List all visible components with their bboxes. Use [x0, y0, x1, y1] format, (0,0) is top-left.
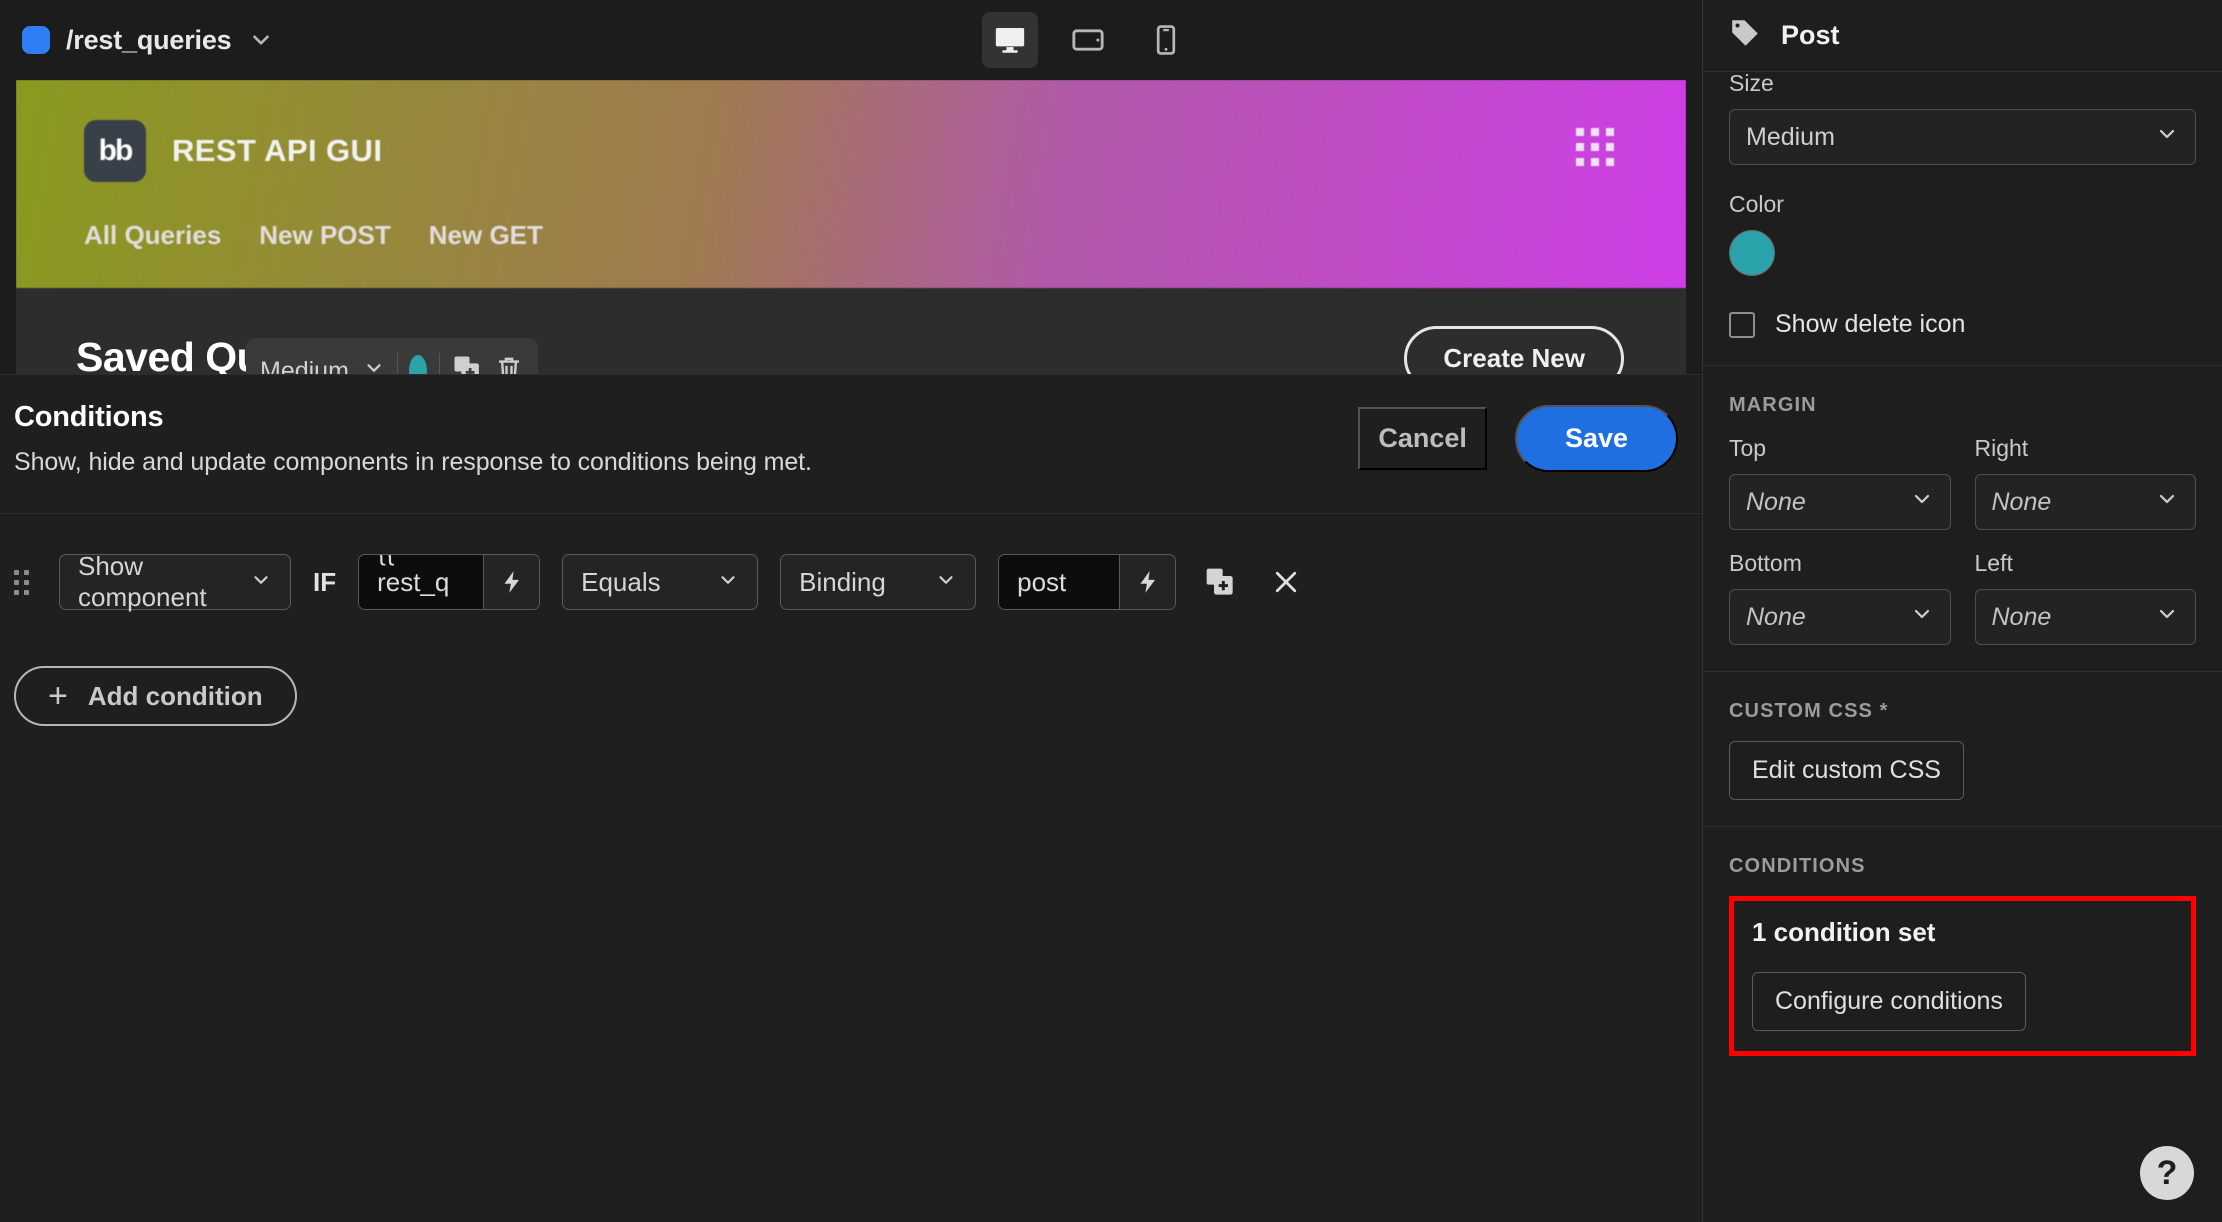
duplicate-icon[interactable]	[1198, 560, 1242, 604]
condition-action-select[interactable]: Show component	[59, 551, 291, 612]
nav-link-new-post[interactable]: New POST	[259, 220, 390, 251]
conditions-highlight-box: 1 condition set Configure conditions	[1729, 896, 2196, 1056]
color-label: Color	[1729, 191, 1784, 217]
plus-icon: +	[48, 677, 68, 715]
margin-right-label: Right	[1974, 435, 2029, 461]
brand-title: REST API GUI	[172, 133, 383, 168]
show-delete-icon-checkbox[interactable]	[1729, 311, 1755, 338]
size-label: Size	[1729, 70, 1774, 96]
preview-nav: All Queries New POST New GET	[84, 220, 543, 251]
conditions-modal-header: Conditions Show, hide and update compone…	[0, 375, 1702, 501]
device-mobile-button[interactable]	[1138, 12, 1194, 68]
condition-value-type-value: Binding	[799, 566, 886, 597]
chevron-down-icon	[2155, 122, 2179, 153]
device-tablet-button[interactable]	[1060, 12, 1116, 68]
margin-left-value: None	[1991, 602, 2052, 631]
conditions-modal-actions: Cancel Save	[1358, 405, 1678, 472]
route-name-label: /rest_queries	[66, 24, 232, 55]
condition-row: Show component IF {{ rest_q ... Equal	[0, 551, 1702, 612]
condition-reference-input[interactable]: {{ rest_q ...	[359, 555, 484, 609]
chevron-down-icon	[1910, 487, 1934, 518]
show-delete-icon-row[interactable]: Show delete icon	[1729, 310, 2196, 339]
margin-top-label: Top	[1729, 435, 1767, 461]
device-desktop-button[interactable]	[982, 12, 1038, 68]
condition-count-label: 1 condition set	[1752, 917, 1936, 947]
condition-reference-field[interactable]: {{ rest_q ...	[358, 554, 541, 610]
condition-operator-select[interactable]: Equals	[562, 554, 759, 610]
help-icon[interactable]: ?	[2140, 1146, 2194, 1200]
size-value: Medium	[1746, 122, 1835, 151]
chevron-down-icon	[2155, 602, 2179, 633]
conditions-section: CONDITIONS 1 condition set Configure con…	[1703, 827, 2222, 1082]
margin-bottom-value: None	[1746, 602, 1806, 631]
add-condition-button[interactable]: + Add condition	[14, 666, 297, 726]
device-preview-toggle	[982, 12, 1194, 68]
preview-app-header: bb REST API GUI All Queries New POST New…	[16, 80, 1686, 288]
add-condition-label: Add condition	[87, 680, 263, 711]
chevron-down-icon	[250, 567, 272, 598]
condition-if-label: IF	[313, 566, 337, 597]
app-root: /rest_queries bb REST API GUI All Querie…	[0, 0, 2222, 1222]
show-delete-icon-label: Show delete icon	[1775, 310, 1966, 338]
margin-top-value: None	[1746, 487, 1806, 516]
condition-operator-value: Equals	[581, 566, 661, 597]
grid-menu-icon[interactable]	[1576, 128, 1614, 166]
margin-bottom-field: Bottom None	[1729, 550, 1951, 645]
edit-custom-css-button[interactable]: Edit custom CSS	[1729, 741, 1964, 800]
margin-left-select[interactable]: None	[1974, 589, 2196, 645]
custom-css-section-label: CUSTOM CSS *	[1729, 700, 1889, 722]
brand-logo: bb	[84, 120, 146, 182]
nav-link-all-queries[interactable]: All Queries	[84, 220, 221, 251]
builder-area: /rest_queries bb REST API GUI All Querie…	[0, 0, 1702, 1222]
margin-top-select[interactable]: None	[1729, 474, 1951, 530]
tag-icon	[1729, 17, 1761, 54]
margin-bottom-label: Bottom	[1729, 550, 1802, 576]
margin-section-label: MARGIN	[1729, 394, 1817, 416]
cancel-button[interactable]: Cancel	[1358, 407, 1487, 470]
drag-handle-icon[interactable]	[14, 569, 29, 595]
settings-panel-header: Post	[1703, 0, 2222, 72]
settings-panel: Post Size Medium Color Show delete icon …	[1702, 0, 2222, 1222]
condition-action-value: Show component	[78, 551, 207, 612]
condition-value-input[interactable]: post	[999, 555, 1120, 609]
margin-left-field: Left None	[1974, 550, 2196, 645]
margin-section: MARGIN Top None Right None Bottom None L…	[1703, 366, 2222, 672]
margin-right-value: None	[1991, 487, 2052, 516]
chevron-down-icon	[1910, 602, 1934, 633]
route-selector[interactable]: /rest_queries	[22, 25, 274, 56]
margin-right-field: Right None	[1974, 435, 2196, 530]
margin-left-label: Left	[1974, 550, 2013, 576]
size-select[interactable]: Medium	[1729, 109, 2196, 165]
custom-css-section: CUSTOM CSS * Edit custom CSS	[1703, 672, 2222, 827]
preview-brand: bb REST API GUI	[84, 120, 382, 182]
lightning-icon[interactable]	[483, 555, 540, 609]
chevron-down-icon	[2155, 487, 2179, 518]
size-section: Size Medium Color Show delete icon	[1703, 70, 2222, 366]
lightning-icon[interactable]	[1119, 555, 1176, 609]
chevron-down-icon	[717, 567, 739, 598]
close-icon[interactable]	[1264, 560, 1308, 604]
route-color-swatch	[22, 26, 50, 54]
configure-conditions-button[interactable]: Configure conditions	[1752, 972, 2026, 1031]
condition-value-field[interactable]: post	[998, 554, 1177, 610]
chevron-down-icon[interactable]	[248, 27, 274, 53]
conditions-modal: Conditions Show, hide and update compone…	[0, 374, 1702, 1222]
color-swatch[interactable]	[1729, 230, 1775, 276]
condition-value-type-select[interactable]: Binding	[780, 554, 977, 610]
top-bar: /rest_queries	[0, 0, 1702, 80]
margin-right-select[interactable]: None	[1974, 474, 2196, 530]
margin-bottom-select[interactable]: None	[1729, 589, 1951, 645]
conditions-list: Show component IF {{ rest_q ... Equal	[0, 514, 1702, 726]
margin-top-field: Top None	[1729, 435, 1951, 530]
save-button[interactable]: Save	[1514, 405, 1678, 472]
chevron-down-icon	[935, 567, 957, 598]
conditions-section-label: CONDITIONS	[1729, 855, 1866, 877]
nav-link-new-get[interactable]: New GET	[429, 220, 543, 251]
settings-panel-title: Post	[1781, 20, 1840, 50]
